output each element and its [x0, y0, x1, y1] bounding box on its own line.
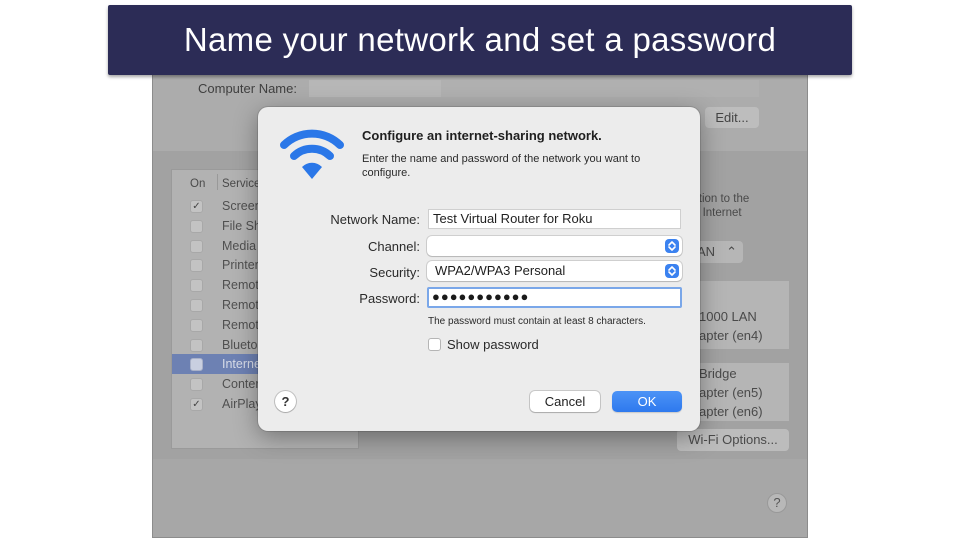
- chevron-updown-icon: [665, 264, 679, 278]
- service-label: AirPlay: [222, 397, 262, 411]
- help-button-background[interactable]: ?: [767, 493, 787, 513]
- computer-name-label: Computer Name:: [198, 81, 297, 96]
- cancel-button[interactable]: Cancel: [530, 391, 600, 412]
- service-label: Remot: [222, 317, 259, 332]
- window-bottom-region: [153, 459, 807, 537]
- column-divider: [217, 174, 218, 190]
- service-checkbox[interactable]: [190, 299, 203, 312]
- service-label: Printer: [222, 258, 259, 273]
- on-column-header: On: [190, 178, 206, 190]
- computer-name-field-extension: [441, 80, 759, 97]
- service-checkbox[interactable]: [190, 338, 203, 352]
- service-column-header: Service: [222, 178, 261, 190]
- share-from-popup[interactable]: AN ⌃: [693, 241, 743, 263]
- service-label: Screen: [222, 199, 262, 213]
- instruction-banner: Name your network and set a password: [108, 5, 852, 75]
- ok-button[interactable]: OK: [612, 391, 682, 412]
- chevron-updown-icon: [665, 239, 679, 253]
- service-label: Remot: [222, 298, 259, 312]
- network-name-field[interactable]: Test Virtual Router for Roku: [428, 209, 681, 229]
- service-checkbox[interactable]: [190, 378, 203, 392]
- computer-name-field[interactable]: [309, 80, 441, 97]
- help-button[interactable]: ?: [275, 391, 296, 412]
- channel-label: Channel:: [367, 239, 420, 254]
- service-label: Interne: [222, 357, 261, 372]
- interface-label: Bridge: [699, 366, 737, 381]
- service-label: Remot: [222, 278, 259, 293]
- channel-popup[interactable]: [427, 236, 682, 256]
- wifi-icon: [280, 129, 344, 179]
- service-label: File Sh: [222, 218, 261, 233]
- password-field[interactable]: ●●●●●●●●●●●: [427, 287, 682, 308]
- edit-button[interactable]: Edit...: [705, 107, 759, 128]
- wifi-options-button[interactable]: Wi-Fi Options...: [677, 429, 789, 451]
- security-popup[interactable]: WPA2/WPA3 Personal: [427, 261, 682, 281]
- sharing-description-line-2: e Internet: [693, 207, 742, 219]
- dialog-title: Configure an internet-sharing network.: [362, 128, 602, 143]
- service-checkbox[interactable]: [190, 239, 203, 253]
- service-checkbox[interactable]: [190, 318, 203, 332]
- interface-label: 1000 LAN: [699, 309, 757, 324]
- internet-sharing-dialog: Configure an internet-sharing network. E…: [258, 107, 700, 431]
- chevron-updown-icon: ⌃: [726, 244, 737, 259]
- banner-title: Name your network and set a password: [183, 21, 777, 58]
- service-checkbox[interactable]: ✓: [190, 398, 203, 411]
- service-checkbox[interactable]: [190, 358, 203, 372]
- dialog-description: Enter the name and password of the netwo…: [362, 153, 641, 179]
- service-checkbox[interactable]: [190, 279, 203, 293]
- password-hint: The password must contain at least 8 cha…: [428, 316, 646, 327]
- service-checkbox[interactable]: [190, 219, 203, 233]
- service-checkbox[interactable]: [190, 259, 203, 273]
- interface-label: apter (en6): [699, 404, 763, 419]
- interface-label: apter (en5): [699, 385, 763, 400]
- service-checkbox[interactable]: ✓: [190, 200, 203, 213]
- password-label: Password:: [359, 291, 420, 306]
- security-value: WPA2/WPA3 Personal: [435, 263, 566, 278]
- show-password-label[interactable]: Show password: [447, 337, 539, 352]
- sharing-description-line-1: ction to the: [693, 193, 750, 205]
- service-label: Media: [222, 238, 257, 253]
- service-label: Conter: [222, 377, 260, 392]
- service-label: Blueto: [222, 337, 258, 352]
- network-name-label: Network Name:: [330, 212, 420, 227]
- security-label: Security:: [369, 265, 420, 280]
- show-password-checkbox[interactable]: [428, 338, 441, 351]
- interface-label: apter (en4): [699, 328, 763, 343]
